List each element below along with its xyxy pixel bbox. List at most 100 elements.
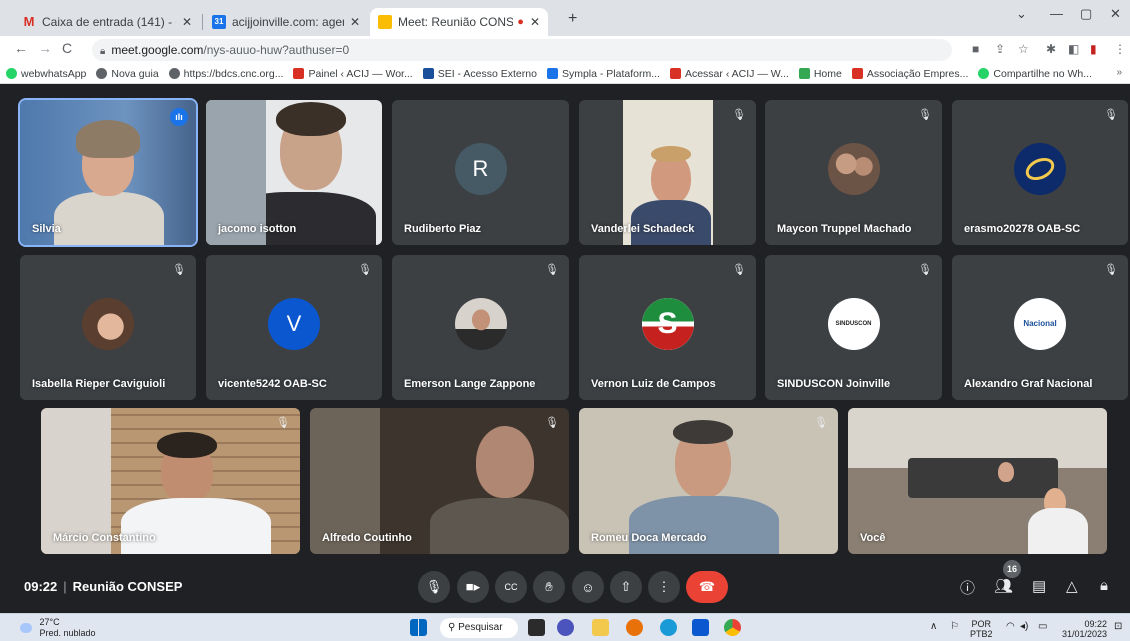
home-icon <box>798 68 810 79</box>
edge-icon[interactable] <box>660 619 677 636</box>
meet-stage: ılı Silvia jacomo isotton R Rudiberto Pi… <box>0 85 1130 613</box>
wifi-icon[interactable]: ◠ <box>1006 622 1015 632</box>
bookmark-item[interactable]: https://bdcs.cnc.org... <box>168 68 283 80</box>
participant-tile[interactable]: 🎙︎ erasmo20278 OAB-SC <box>952 100 1128 245</box>
avatar: V <box>268 297 320 350</box>
file-explorer-icon[interactable] <box>592 619 609 636</box>
hand-icon: ✋︎ <box>545 579 553 594</box>
teams-icon[interactable] <box>557 619 574 636</box>
info-icon[interactable]: ⓘ <box>960 577 975 598</box>
tab-gmail[interactable]: M Caixa de entrada (141) - consulta ✕ <box>14 8 200 36</box>
extensions-icon[interactable]: ✱ <box>1046 42 1056 56</box>
taskbar-search[interactable]: ⚲ Pesquisar <box>440 618 518 638</box>
avatar: Nacional <box>1014 297 1066 350</box>
participant-tile[interactable]: ılı Silvia <box>18 98 198 247</box>
profile-icon[interactable]: ▮ <box>1090 42 1097 56</box>
mic-off-icon: 🎙︎ <box>732 109 746 121</box>
camera-icon: ■▸ <box>465 579 481 594</box>
raise-hand-button[interactable]: ✋︎ <box>533 571 565 603</box>
notification-icon[interactable]: ⊡ <box>1114 622 1122 632</box>
taskbar-clock[interactable]: 09:22 31/01/2023 <box>1062 619 1107 639</box>
mic-off-icon: 🎙︎ <box>545 417 559 429</box>
participant-tile[interactable]: Nacional 🎙︎ Alexandro Graf Nacional <box>952 255 1128 400</box>
browser-tab-strip: M Caixa de entrada (141) - consulta ✕ 31… <box>0 0 1130 36</box>
activities-icon[interactable]: △ <box>1066 577 1078 595</box>
battery-icon[interactable]: ▭ <box>1038 622 1047 632</box>
participant-tile[interactable]: jacomo isotton <box>206 100 382 245</box>
address-bar[interactable]: 🔒︎ meet.google.com/nys-auuo-huw?authuser=… <box>92 39 952 61</box>
participant-tile[interactable]: 🎙︎ Romeu Doca Mercado <box>579 408 838 554</box>
host-controls-icon[interactable]: 🔒︎ <box>1100 577 1108 594</box>
reload-icon[interactable]: C <box>62 40 72 56</box>
participant-tile[interactable]: S 🎙︎ Vernon Luiz de Campos <box>579 255 756 400</box>
tab-meet[interactable]: Meet: Reunião CONSEP ● ✕ <box>370 8 548 36</box>
close-tab-icon[interactable]: ✕ <box>530 15 540 29</box>
avatar: S <box>641 297 694 350</box>
participant-tile[interactable]: 🎙︎ Emerson Lange Zappone <box>392 255 569 400</box>
chat-icon[interactable]: ▤ <box>1032 577 1046 595</box>
restore-icon[interactable]: ▢ <box>1080 6 1092 22</box>
language-indicator[interactable]: POR PTB2 <box>970 619 993 639</box>
mic-off-icon: 🎙︎ <box>1104 109 1118 121</box>
participant-tile[interactable]: 🎙︎ Alfredo Coutinho <box>310 408 569 554</box>
whatsapp-icon <box>978 68 990 79</box>
participant-tile[interactable]: 🎙︎ Maycon Truppel Machado <box>765 100 942 245</box>
tray-overflow-icon[interactable]: ∧ <box>930 622 937 632</box>
more-options-button[interactable]: ⋮ <box>648 571 680 603</box>
tab-calendar[interactable]: 31 acijjoinville.com: agenda - terça-f ✕ <box>204 8 368 36</box>
leave-call-button[interactable]: ☎︎ <box>686 571 728 603</box>
mic-off-icon: 🎙︎ <box>814 417 828 429</box>
bookmark-item[interactable]: Associação Empres... <box>851 68 968 80</box>
menu-icon[interactable]: ⋮ <box>1114 42 1126 56</box>
chrome-icon[interactable] <box>724 619 741 636</box>
bookmark-star-icon[interactable]: ☆ <box>1018 42 1029 56</box>
close-tab-icon[interactable]: ✕ <box>182 15 192 29</box>
mic-off-icon: 🎙︎ <box>545 264 559 276</box>
bookmark-item[interactable]: Nova guia <box>96 68 159 80</box>
globe-icon <box>96 68 108 79</box>
share-icon[interactable]: ⇪ <box>995 42 1005 56</box>
bookmark-item[interactable]: Sympla - Plataform... <box>546 68 660 80</box>
volume-icon[interactable]: ◂) <box>1020 622 1028 632</box>
close-window-icon[interactable]: ✕ <box>1110 6 1121 22</box>
tab-search-icon[interactable]: ⌄ <box>1016 6 1027 22</box>
close-tab-icon[interactable]: ✕ <box>350 15 360 29</box>
acij-icon <box>293 68 305 79</box>
bookmark-item[interactable]: webwhatsApp <box>6 68 86 80</box>
participant-tile[interactable]: V 🎙︎ vicente5242 OAB-SC <box>206 255 382 400</box>
bookmark-item[interactable]: Compartilhe no Wh... <box>978 68 1092 80</box>
present-button[interactable]: ⇧ <box>610 571 642 603</box>
camera-button[interactable]: ■▸ <box>457 571 489 603</box>
forward-icon[interactable]: → <box>38 40 52 56</box>
start-icon[interactable] <box>410 619 427 636</box>
location-icon[interactable]: ⚐ <box>950 622 959 632</box>
back-icon[interactable]: ← <box>14 40 28 56</box>
mic-off-icon: 🎙︎ <box>918 109 932 121</box>
bookmark-item[interactable]: Home <box>798 68 842 80</box>
participant-tile[interactable]: 🎙︎ Isabella Rieper Caviguioli <box>20 255 196 400</box>
participant-tile[interactable]: SINDUSCON 🎙︎ SINDUSCON Joinville <box>765 255 942 400</box>
bookmark-item[interactable]: SEI - Acesso Externo <box>422 68 537 80</box>
sei-icon <box>422 68 434 79</box>
store-icon[interactable] <box>692 619 709 636</box>
mic-off-icon: 🎙︎ <box>1104 264 1118 276</box>
captions-button[interactable]: CC <box>495 571 527 603</box>
minimize-icon[interactable]: — <box>1050 6 1063 21</box>
task-view-icon[interactable] <box>528 619 545 636</box>
emoji-button[interactable]: ☺ <box>572 571 604 603</box>
microphone-button[interactable]: 🎙︎ <box>418 571 450 603</box>
sidebar-icon[interactable]: ◧ <box>1068 42 1079 56</box>
bookmark-item[interactable]: Painel ‹ ACIJ — Wor... <box>293 68 413 80</box>
participant-tile[interactable]: 🎙︎ Vanderlei Schadeck <box>579 100 756 245</box>
firefox-icon[interactable] <box>626 619 643 636</box>
bookmark-item[interactable]: Acessar ‹ ACIJ — W... <box>669 68 789 80</box>
people-icon[interactable]: 👥︎ <box>994 577 1013 595</box>
new-tab-button[interactable]: + <box>568 10 577 28</box>
participant-tile[interactable]: Você <box>848 408 1107 554</box>
camera-in-use-icon[interactable]: ■ <box>972 42 979 56</box>
participant-tile[interactable]: 🎙︎ Márcio Constantino <box>41 408 300 554</box>
participant-tile[interactable]: R Rudiberto Piaz <box>392 100 569 245</box>
browser-toolbar: ← → C 🔒︎ meet.google.com/nys-auuo-huw?aut… <box>0 36 1130 64</box>
weather-widget[interactable]: 27°C Pred. nublado <box>20 617 96 639</box>
bookmarks-overflow-icon[interactable]: » <box>1116 67 1122 78</box>
